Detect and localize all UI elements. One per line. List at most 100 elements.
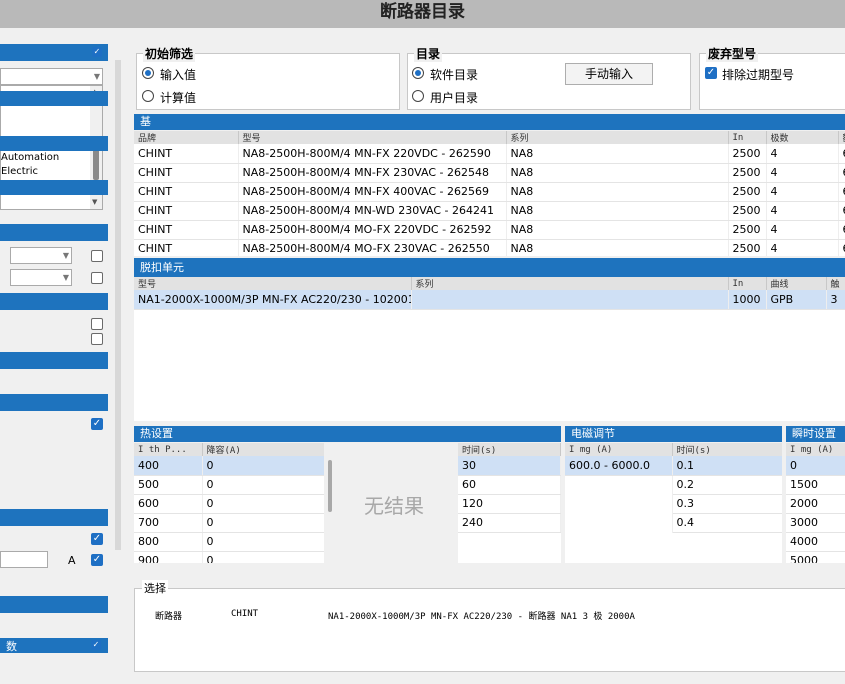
exclude-obsolete-checkbox[interactable]: ✓: [705, 67, 717, 79]
magnetic-table[interactable]: I mg (A) 时间(s) 600.0 - 6000.0 0.1 0.2 0.3…: [565, 443, 782, 563]
col-img[interactable]: I mg (A): [565, 443, 673, 456]
current-input[interactable]: [0, 551, 48, 568]
table-row[interactable]: 1500: [786, 475, 845, 495]
col-model[interactable]: 型号: [134, 277, 412, 290]
table-row[interactable]: 0: [786, 456, 845, 476]
left-panel-scrollbar[interactable]: [115, 60, 121, 550]
table-row[interactable]: 0.2: [565, 475, 782, 495]
option-checkbox-1[interactable]: [91, 318, 103, 330]
trip-unit-table[interactable]: 型号 系列 In 曲线 触 NA1-2000X-1000M/3P MN-FX A…: [134, 277, 845, 421]
table-row[interactable]: 0.3: [565, 494, 782, 514]
cell: 6: [838, 144, 845, 164]
selection-description: NA1-2000X-1000M/3P MN-FX AC220/230 - 断路器…: [328, 612, 635, 622]
option-checkbox-3[interactable]: ✓: [91, 418, 103, 430]
col-model[interactable]: 型号: [238, 131, 507, 144]
col-in[interactable]: In: [728, 131, 767, 144]
table-row[interactable]: 600.0 - 6000.0 0.1: [565, 456, 782, 476]
cell: NA8: [506, 239, 729, 256]
manual-input-button[interactable]: 手动输入: [565, 63, 653, 85]
table-row[interactable]: CHINT NA8-2500H-800M/4 MO-FX 230VAC - 262…: [134, 239, 845, 256]
table-row[interactable]: 2000: [786, 494, 845, 514]
table-row[interactable]: 4000: [786, 532, 845, 552]
cell: 500: [134, 475, 203, 495]
scroll-thumb[interactable]: [93, 148, 99, 180]
table-row[interactable]: 800 0: [134, 532, 324, 552]
table-row[interactable]: 0.4: [565, 513, 782, 533]
base-table[interactable]: 品牌 型号 系列 In 极数 额 CHINTNA8-2500H-800M/4 M…: [134, 131, 845, 256]
instant-table[interactable]: I mg (A) 0 1500 2000 3000 4000 5000: [786, 443, 845, 563]
cell: 6: [838, 163, 845, 183]
thermal-scroll-thumb[interactable]: [328, 460, 332, 512]
radio-calculated-value[interactable]: [142, 90, 154, 102]
exclude-obsolete-label[interactable]: 排除过期型号: [722, 66, 794, 83]
section-1-check-icon[interactable]: ✓: [92, 47, 102, 57]
list-item[interactable]: Electric: [1, 166, 38, 177]
thermal-table[interactable]: I th P... 降容(A) 400 0 500 0 600 0 700 0 800 0…: [134, 443, 324, 563]
param-checkbox-1[interactable]: [91, 250, 103, 262]
cell: CHINT: [134, 239, 239, 256]
thermal-time-table[interactable]: 时间(s) 30 60 120 240: [458, 443, 561, 563]
cell: NA8: [506, 220, 729, 240]
option-checkbox-2[interactable]: [91, 333, 103, 345]
param-checkbox-2[interactable]: [91, 272, 103, 284]
col-rated[interactable]: 额: [838, 131, 845, 144]
option-checkbox-6[interactable]: ✓: [91, 640, 101, 650]
table-row[interactable]: 5000: [786, 551, 845, 563]
param-dropdown-2[interactable]: ▼: [10, 269, 72, 286]
table-row[interactable]: 5000: [134, 475, 324, 495]
cell: 400: [134, 456, 203, 476]
col-curve[interactable]: 曲线: [766, 277, 827, 290]
radio-software-catalog-label[interactable]: 软件目录: [430, 66, 478, 83]
cell: 0: [786, 456, 845, 476]
table-row[interactable]: NA1-2000X-1000M/3P MN-FX AC220/230 - 102…: [134, 290, 845, 310]
cell: [565, 494, 673, 513]
table-row[interactable]: CHINT NA8-2500H-800M/4 MO-FX 220VDC - 262…: [134, 220, 845, 240]
table-row[interactable]: 3000: [786, 513, 845, 533]
col-series[interactable]: 系列: [411, 277, 729, 290]
radio-input-value[interactable]: [142, 67, 154, 79]
scroll-down-icon[interactable]: ▼: [92, 198, 97, 206]
col-series[interactable]: 系列: [506, 131, 729, 144]
option-checkbox-5[interactable]: ✓: [91, 554, 103, 566]
thermal-header-bar: 热设置: [134, 426, 561, 442]
cell: 2500: [728, 182, 767, 202]
table-row[interactable]: CHINT NA8-2500H-800M/4 MN-FX 220VDC - 262…: [134, 144, 845, 164]
table-row[interactable]: CHINT NA8-2500H-800M/4 MN-FX 400VAC - 262…: [134, 182, 845, 202]
table-row[interactable]: CHINT NA8-2500H-800M/4 MN-WD 230VAC - 264…: [134, 201, 845, 221]
cell: 0.2: [672, 475, 782, 495]
table-row[interactable]: CHINT NA8-2500H-800M/4 MN-FX 230VAC - 262…: [134, 163, 845, 183]
table-row[interactable]: 240: [458, 513, 561, 533]
radio-software-catalog[interactable]: [412, 67, 424, 79]
col-in[interactable]: In: [728, 277, 767, 290]
cell: 4: [766, 182, 839, 202]
col-poles[interactable]: 极数: [766, 131, 839, 144]
filter-dropdown[interactable]: ▼: [0, 68, 103, 85]
list-item[interactable]: Automation: [1, 152, 59, 163]
left-panel: ✓ ▼ Automation Electric ▲ ▼ ▼ ▼ ✓ ✓ A ✓ …: [0, 28, 126, 684]
radio-input-value-label[interactable]: 输入值: [160, 66, 196, 83]
param-dropdown-1[interactable]: ▼: [10, 247, 72, 264]
selection-type: 断路器: [155, 612, 183, 622]
left-section-bar-4: [0, 180, 108, 195]
cell: GPB: [766, 290, 827, 310]
radio-calculated-value-label[interactable]: 计算值: [160, 89, 196, 106]
option-checkbox-4[interactable]: ✓: [91, 533, 103, 545]
table-row[interactable]: 120: [458, 494, 561, 514]
col-ith[interactable]: I th P...: [134, 443, 203, 456]
cell: 60: [458, 475, 561, 495]
radio-user-catalog[interactable]: [412, 90, 424, 102]
cell: 240: [458, 513, 561, 533]
table-row[interactable]: 30: [458, 456, 561, 476]
col-derating[interactable]: 降容(A): [202, 443, 324, 456]
table-row[interactable]: 4000: [134, 456, 324, 476]
table-row[interactable]: 60: [458, 475, 561, 495]
radio-user-catalog-label[interactable]: 用户目录: [430, 89, 478, 106]
table-row[interactable]: 700 0: [134, 513, 324, 533]
col-time[interactable]: 时间(s): [672, 443, 782, 456]
col-time[interactable]: 时间(s): [458, 443, 561, 456]
col-brand[interactable]: 品牌: [134, 131, 239, 144]
col-contacts[interactable]: 触: [826, 277, 845, 290]
table-row[interactable]: 600 0: [134, 494, 324, 514]
table-row[interactable]: 900 0: [134, 551, 324, 563]
col-img[interactable]: I mg (A): [786, 443, 845, 456]
